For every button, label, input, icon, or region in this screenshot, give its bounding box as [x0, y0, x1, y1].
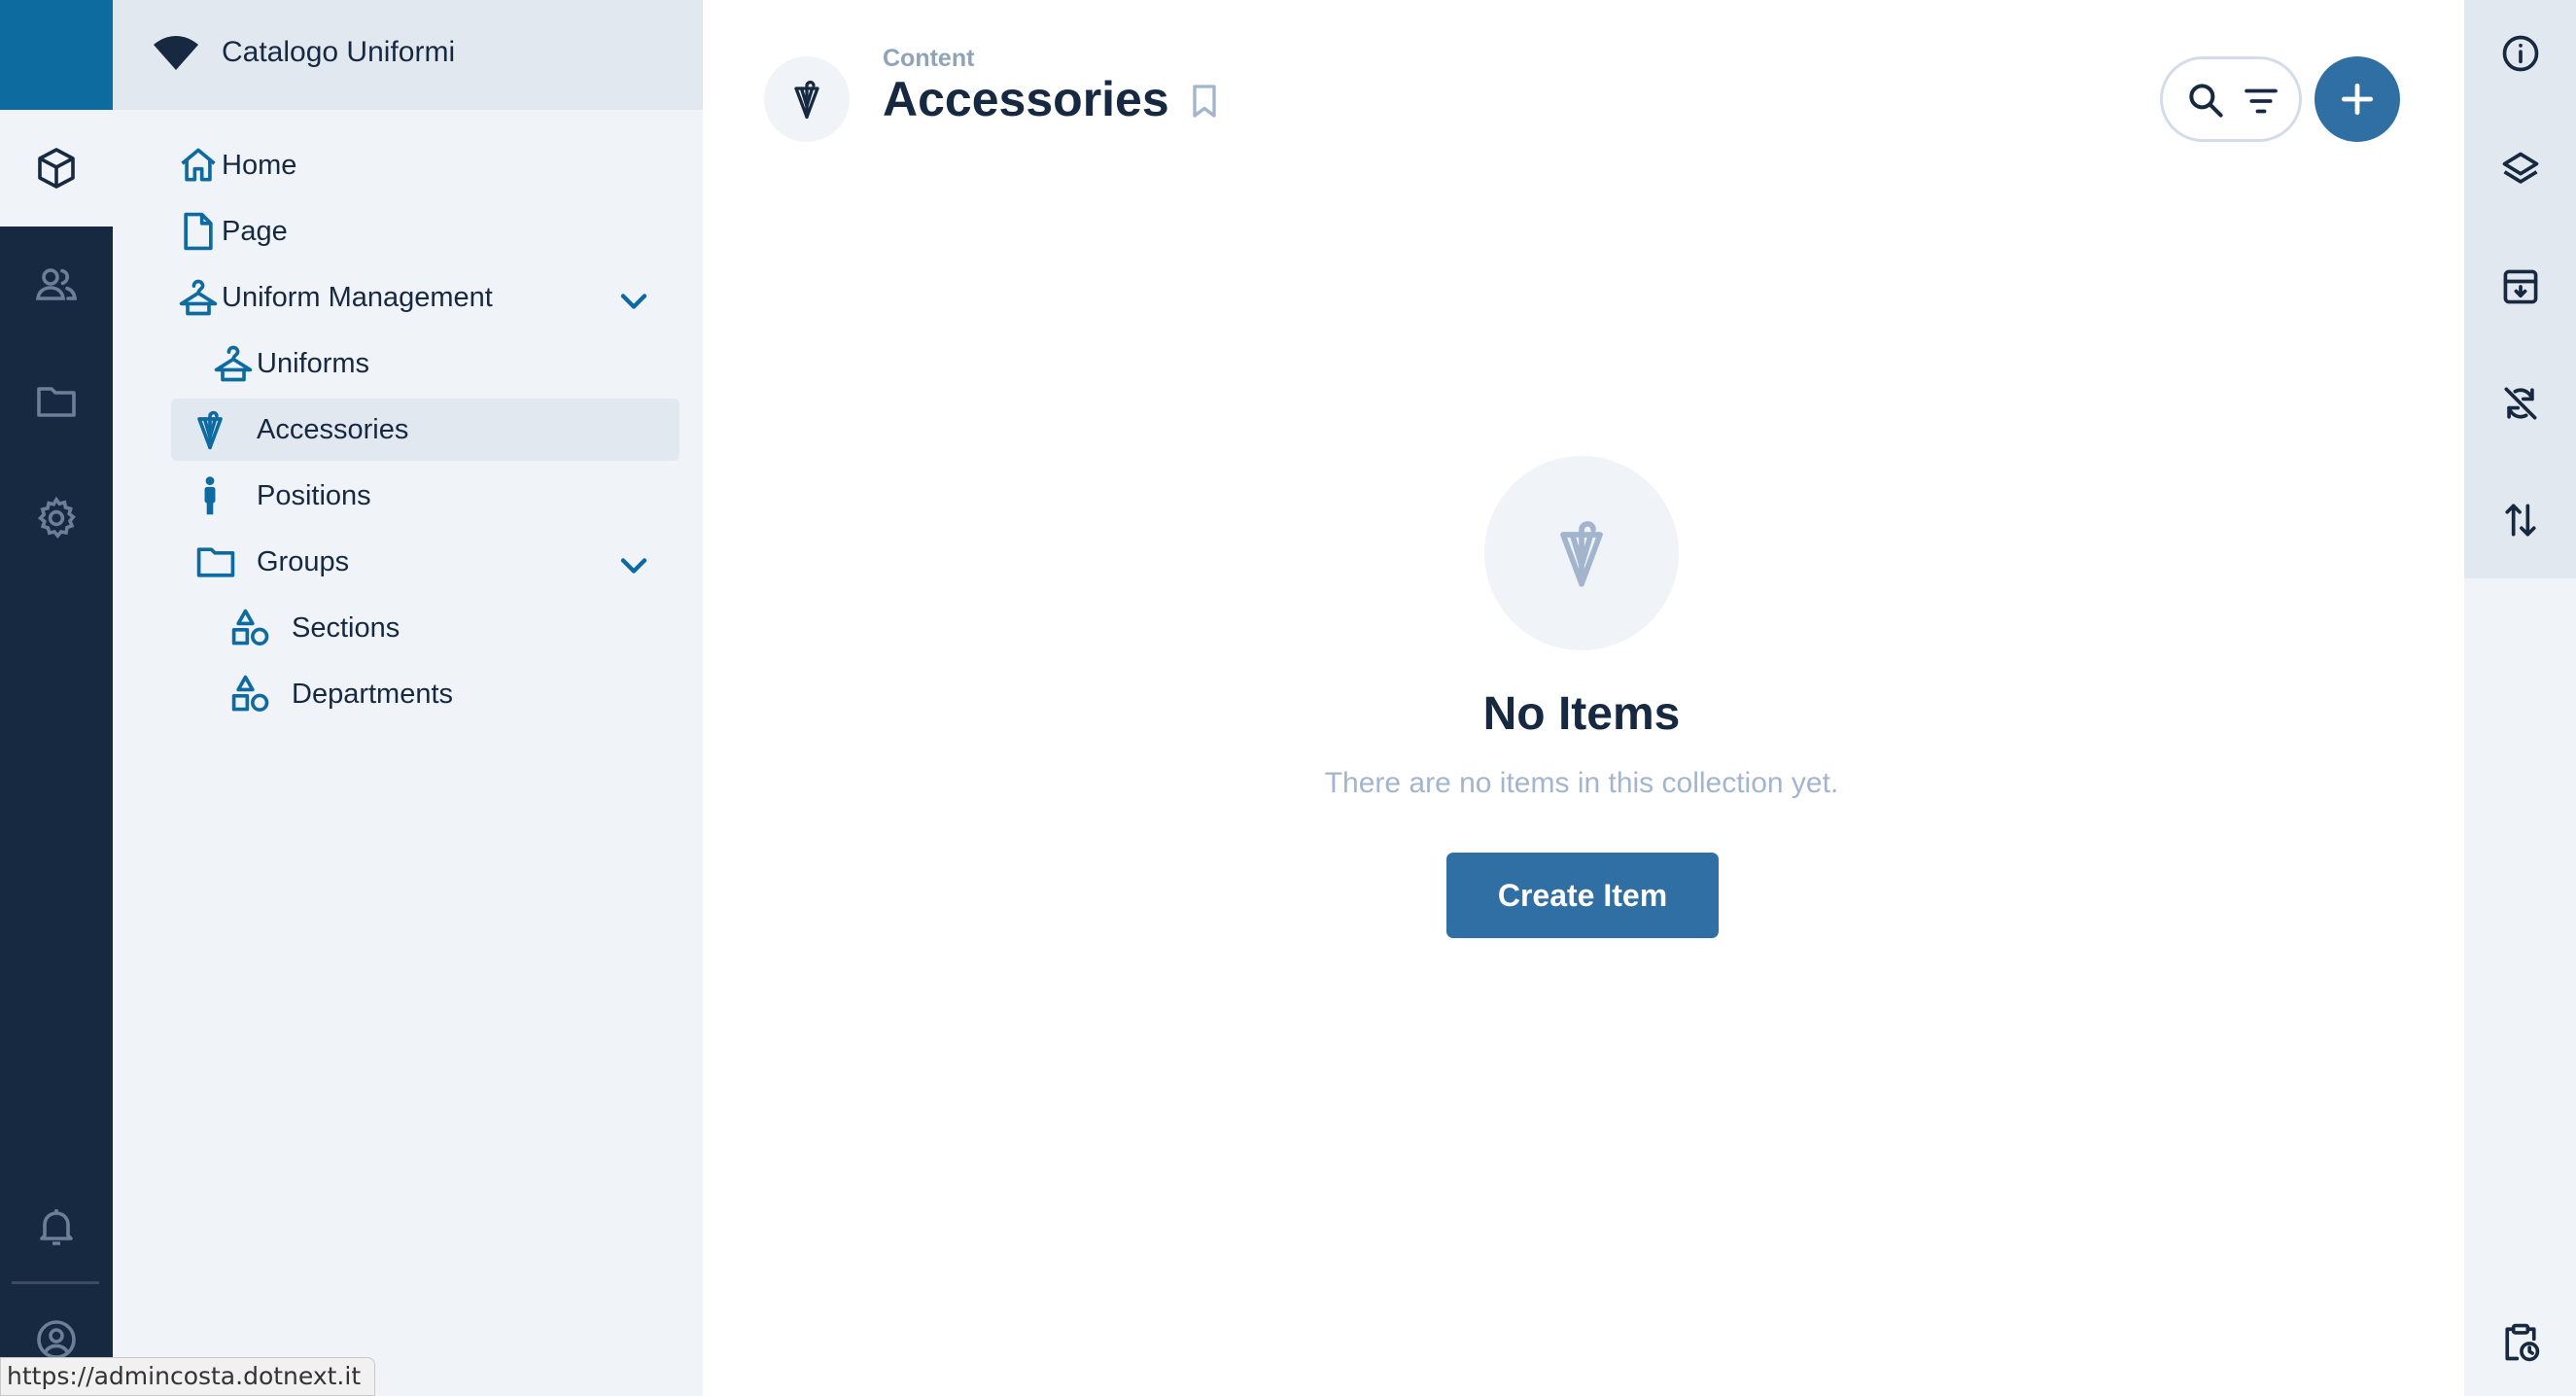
nav-item-label: Departments: [292, 679, 454, 710]
person-icon: [204, 476, 216, 515]
nav-item-sections[interactable]: Sections: [206, 597, 660, 659]
layers-icon: [2502, 152, 2538, 184]
nav-item-label: Sections: [292, 612, 400, 644]
folder-icon: [196, 547, 235, 577]
search-filter-control[interactable]: [2160, 56, 2302, 142]
content-module-button[interactable]: [0, 110, 113, 227]
info-button[interactable]: [2464, 0, 2576, 107]
nav-item-label: Groups: [257, 546, 350, 577]
search-icon[interactable]: [2184, 79, 2227, 122]
page-icon: [184, 212, 213, 251]
project-header[interactable]: Catalogo Uniformi: [113, 0, 703, 110]
wifi-logo-icon: [154, 36, 198, 70]
chevron-down-icon[interactable]: [612, 544, 655, 587]
folder-icon: [37, 387, 76, 417]
plus-icon: [2341, 83, 2374, 116]
import-export-button[interactable]: [2464, 467, 2576, 574]
nav-item-label: Uniforms: [257, 348, 370, 379]
nav-item-label: Home: [222, 150, 297, 181]
page-title: Accessories: [883, 72, 1169, 126]
shapes-icon: [231, 675, 269, 712]
notifications-button[interactable]: [0, 1169, 113, 1285]
nav-item-label: Uniform Management: [222, 282, 493, 313]
nav-item-home[interactable]: Home: [161, 134, 660, 196]
settings-module-button[interactable]: [0, 460, 113, 576]
hanger-icon: [214, 345, 253, 382]
create-item-button-large[interactable]: Create Item: [1446, 853, 1719, 938]
swap-vert-icon: [2504, 504, 2536, 537]
nav-item-label: Positions: [257, 480, 371, 511]
shapes-icon: [231, 609, 269, 646]
page-header: Content Accessories: [703, 0, 2464, 185]
empty-state-title: No Items: [1482, 688, 1681, 740]
nav-item-departments[interactable]: Departments: [206, 663, 660, 725]
nav-item-page[interactable]: Page: [161, 200, 660, 262]
clipboard-clock-icon: [2504, 1323, 2539, 1362]
collection-icon-badge: [764, 56, 850, 142]
umbrella-icon: [197, 410, 223, 450]
umbrella-icon: [794, 80, 819, 119]
home-icon: [181, 148, 216, 182]
breadcrumb[interactable]: Content: [883, 45, 974, 73]
bell-icon: [40, 1209, 73, 1245]
nav-item-label: Accessories: [257, 414, 409, 445]
gear-icon: [37, 496, 77, 540]
nav-item-uniform-management[interactable]: Uniform Management: [161, 266, 660, 329]
users-module-button[interactable]: [0, 227, 113, 343]
hanger-icon: [179, 279, 218, 316]
status-url: https://admincosta.dotnext.it: [0, 1357, 376, 1396]
module-bar: [0, 0, 113, 1396]
activity-log-button[interactable]: [2464, 1289, 2576, 1396]
archive-icon: [2503, 269, 2537, 304]
nav-item-label: Page: [222, 216, 288, 247]
archive-button[interactable]: [2464, 233, 2576, 340]
umbrella-icon: [1560, 521, 1603, 587]
nav-item-uniforms[interactable]: Uniforms: [171, 332, 660, 395]
empty-state-text: There are no items in this collection ye…: [1324, 767, 1839, 799]
navigation-panel: Catalogo Uniformi Home Page Uniform Mana…: [113, 0, 703, 1396]
create-item-button[interactable]: [2315, 56, 2400, 142]
files-module-button[interactable]: [0, 343, 113, 460]
empty-state-icon-badge: [1484, 456, 1679, 650]
info-icon: [2502, 35, 2538, 72]
nav-item-groups[interactable]: Groups: [171, 531, 660, 593]
account-circle-icon: [37, 1320, 76, 1359]
right-sidebar: [2464, 0, 2576, 1396]
chevron-down-icon[interactable]: [612, 280, 655, 323]
box-icon: [38, 148, 75, 189]
sync-disabled-icon: [2504, 387, 2536, 420]
bookmark-icon[interactable]: [1185, 82, 1224, 121]
filter-icon[interactable]: [2241, 81, 2281, 122]
project-name: Catalogo Uniformi: [222, 36, 456, 68]
nav-item-positions[interactable]: Positions: [171, 465, 660, 527]
layout-button[interactable]: [2464, 117, 2576, 224]
sync-button[interactable]: [2464, 350, 2576, 457]
brand-logo[interactable]: [0, 0, 113, 110]
users-icon: [35, 268, 78, 300]
nav-item-accessories[interactable]: Accessories: [171, 399, 679, 461]
